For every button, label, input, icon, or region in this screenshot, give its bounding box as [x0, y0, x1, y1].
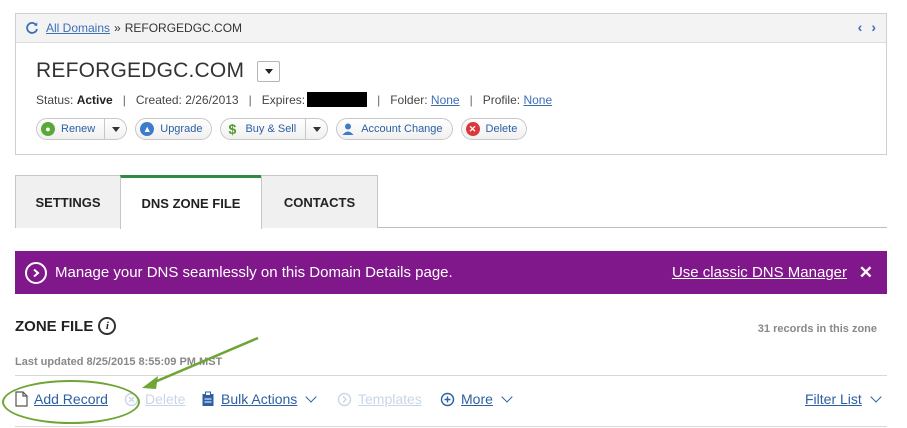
tab-contacts[interactable]: CONTACTS — [261, 175, 378, 228]
created-date: Created: 2/26/2013 — [135, 92, 239, 107]
domain-meta: Status: Active | Created: 2/26/2013 | Ex… — [36, 92, 552, 107]
add-record-button[interactable]: Add Record — [15, 391, 108, 407]
caret-down-icon — [111, 126, 120, 132]
last-updated: Last updated 8/25/2015 8:55:09 PM MST — [15, 356, 223, 368]
more-label: More — [461, 391, 493, 407]
domain-title: REFORGEDGC.COM — [36, 59, 245, 82]
zone-toolbar: Add Record Delete Bulk Actions Templates… — [15, 390, 887, 411]
arrow-circle-icon — [337, 392, 352, 406]
upgrade-label: Upgrade — [160, 123, 203, 135]
classic-dns-manager-link[interactable]: Use classic DNS Manager — [672, 264, 847, 281]
renew-label: Renew — [61, 123, 96, 135]
expires-label: Expires: — [261, 92, 306, 107]
divider — [15, 426, 887, 427]
folder-link[interactable]: None — [431, 93, 460, 107]
profile-link[interactable]: None — [523, 93, 552, 107]
plus-circle-icon — [440, 392, 455, 406]
filter-list-button[interactable]: Filter List — [805, 390, 882, 407]
meta-divider: | — [122, 92, 126, 107]
new-document-icon — [15, 391, 28, 407]
account-change-button[interactable]: Account Change — [336, 118, 453, 140]
previous-domain-button[interactable]: ‹ — [858, 19, 863, 35]
delete-domain-button[interactable]: ✕ Delete — [460, 118, 528, 140]
domain-header: All Domains » REFORGEDGC.COM ‹ › REFORGE… — [15, 13, 887, 155]
buy-sell-button[interactable]: $ Buy & Sell — [220, 118, 329, 140]
chevron-down-icon — [501, 390, 513, 403]
bulk-actions-label: Bulk Actions — [221, 391, 298, 407]
upgrade-icon: ▲ — [140, 122, 155, 136]
delete-record-button[interactable]: Delete — [124, 391, 185, 407]
breadcrumb-current: REFORGEDGC.COM — [124, 21, 243, 35]
promo-banner: Manage your DNS seamlessly on this Domai… — [15, 251, 887, 294]
more-button[interactable]: More — [440, 390, 513, 407]
banner-message: Manage your DNS seamlessly on this Domai… — [55, 264, 453, 281]
chevron-right-circle-icon — [25, 261, 47, 284]
bulk-actions-button[interactable]: Bulk Actions — [201, 390, 317, 407]
meta-divider: | — [469, 92, 473, 107]
add-record-label: Add Record — [34, 391, 108, 407]
caret-down-icon — [312, 126, 321, 132]
templates-label: Templates — [358, 391, 422, 407]
tab-settings[interactable]: SETTINGS — [15, 175, 121, 228]
breadcrumb: All Domains » REFORGEDGC.COM ‹ › — [16, 14, 886, 43]
refresh-icon[interactable] — [25, 21, 39, 35]
delete-record-label: Delete — [145, 391, 186, 407]
caret-down-icon — [264, 68, 273, 74]
meta-divider: | — [377, 92, 381, 107]
account-change-label: Account Change — [361, 123, 443, 135]
breadcrumb-all-domains[interactable]: All Domains — [46, 21, 110, 35]
next-domain-button[interactable]: › — [871, 19, 876, 35]
records-count: 31 records in this zone — [757, 323, 877, 335]
tab-dns-zone-file[interactable]: DNS ZONE FILE — [120, 175, 262, 229]
tab-bar: SETTINGS DNS ZONE FILE CONTACTS — [15, 175, 887, 229]
buy-sell-dropdown[interactable] — [305, 119, 327, 139]
renew-icon: ● — [41, 122, 55, 136]
zone-file-title: ZONE FILE — [15, 317, 94, 335]
status-label: Status: — [36, 92, 74, 107]
zone-file-heading: ZONE FILE i — [15, 317, 117, 335]
renew-dropdown[interactable] — [104, 119, 126, 139]
delete-icon: ✕ — [465, 122, 480, 136]
redacted-expiry — [307, 92, 368, 107]
buy-sell-label: Buy & Sell — [245, 123, 297, 135]
dollar-icon: $ — [228, 121, 237, 137]
domain-menu-dropdown[interactable] — [257, 60, 281, 82]
clipboard-icon — [202, 391, 214, 406]
user-icon — [341, 122, 355, 136]
profile-label: Profile: — [482, 92, 521, 107]
info-icon[interactable]: i — [98, 317, 117, 335]
chevron-down-icon — [305, 390, 317, 403]
renew-button[interactable]: ● Renew — [36, 118, 128, 140]
status-value: Active — [76, 92, 113, 107]
close-icon[interactable]: ✕ — [859, 263, 873, 283]
domain-actions: ● Renew ▲ Upgrade $ Buy & Sell Account C… — [36, 118, 528, 140]
upgrade-button[interactable]: ▲ Upgrade — [135, 118, 213, 140]
divider — [15, 375, 887, 376]
filter-list-label: Filter List — [805, 391, 862, 407]
delete-circle-icon — [124, 392, 139, 406]
breadcrumb-separator: » — [114, 21, 121, 35]
chevron-down-icon — [870, 390, 882, 403]
folder-label: Folder: — [390, 92, 428, 107]
meta-divider: | — [248, 92, 252, 107]
delete-label: Delete — [485, 123, 518, 135]
templates-button[interactable]: Templates — [337, 391, 422, 407]
